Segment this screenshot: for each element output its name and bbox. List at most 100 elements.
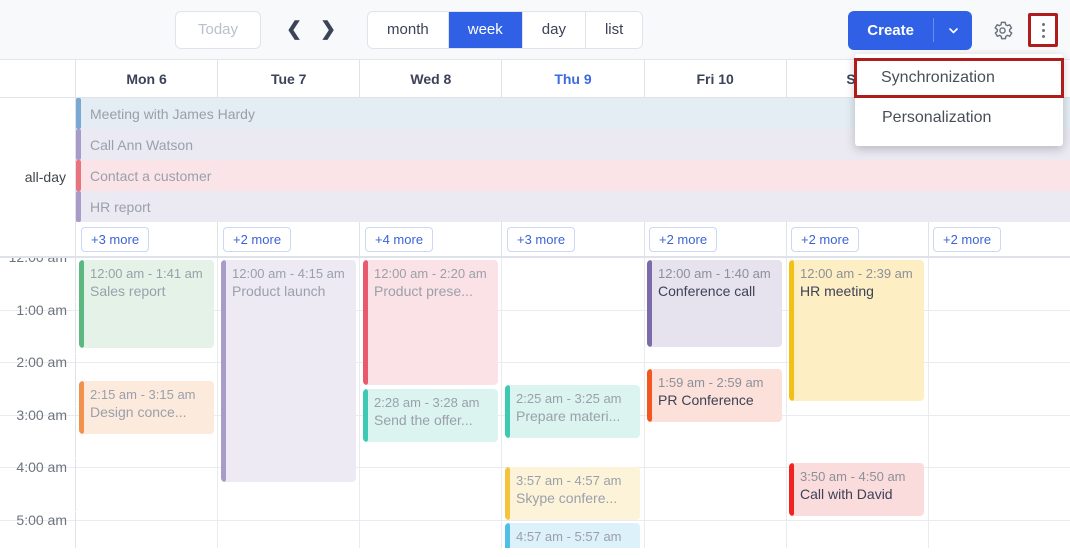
calendar-event[interactable]: 12:00 am - 2:39 am HR meeting (789, 260, 924, 401)
time-slot[interactable] (929, 416, 1070, 468)
day-header-mon[interactable]: Mon 6 (76, 60, 219, 97)
view-switcher: month week day list (367, 10, 644, 49)
calendar-event[interactable]: 12:00 am - 4:15 am Product launch (221, 260, 356, 482)
event-time: 3:50 am - 4:50 am (800, 469, 906, 484)
event-title: Conference call (658, 283, 756, 299)
event-time: 2:15 am - 3:15 am (90, 387, 196, 402)
time-slot[interactable] (645, 415, 787, 467)
event-color-bar (505, 523, 510, 548)
more-cell: +3 more (76, 226, 218, 252)
view-button-month[interactable]: month (368, 11, 449, 48)
time-slot[interactable] (929, 521, 1070, 549)
time-axis-label: 5:00 am (0, 511, 76, 548)
calendar-event[interactable]: 1:59 am - 2:59 am PR Conference (647, 369, 782, 422)
menu-item-personalization[interactable]: Personalization (855, 98, 1063, 138)
event-color-bar (363, 260, 368, 385)
day-header-axis-spacer (0, 60, 76, 97)
all-day-label: all-day (0, 98, 76, 256)
chevron-down-icon[interactable] (934, 11, 972, 50)
time-slot[interactable] (76, 520, 219, 548)
create-button-label: Create (867, 21, 914, 39)
time-slot[interactable] (929, 468, 1070, 520)
more-events-button[interactable]: +3 more (81, 226, 150, 252)
view-button-day[interactable]: day (522, 11, 586, 48)
more-events-button[interactable]: +2 more (223, 226, 292, 252)
time-slot[interactable] (360, 468, 503, 520)
time-slot[interactable] (502, 310, 645, 362)
overflow-menu: Synchronization Personalization (854, 54, 1064, 146)
event-time: 12:00 am - 1:41 am (90, 266, 203, 281)
calendar-event[interactable]: 2:15 am - 3:15 am Design conce... (79, 381, 214, 434)
all-day-event[interactable]: HR report (76, 191, 1070, 222)
more-events-button[interactable]: +2 more (933, 226, 1002, 252)
event-time: 4:57 am - 5:57 am (516, 529, 622, 544)
view-button-list[interactable]: list (585, 11, 643, 48)
more-cell: +2 more (644, 226, 786, 252)
more-events-button[interactable]: +2 more (649, 226, 718, 252)
event-time: 3:57 am - 4:57 am (516, 473, 622, 488)
kebab-dot-1 (1041, 22, 1045, 26)
event-color-bar (79, 381, 84, 434)
event-title: Product prese... (374, 283, 473, 299)
kebab-menu-icon[interactable] (1028, 13, 1058, 47)
calendar-event[interactable]: 4:57 am - 5:57 am (505, 523, 640, 548)
time-axis-label: 2:00 am (0, 354, 76, 406)
time-slot[interactable] (787, 415, 929, 467)
gear-icon[interactable] (984, 12, 1020, 48)
time-slot[interactable] (218, 520, 361, 548)
calendar-event[interactable]: 12:00 am - 1:40 am Conference call (647, 260, 782, 347)
event-color-bar (647, 369, 652, 422)
kebab-dot-2 (1041, 28, 1045, 32)
event-time: 12:00 am - 4:15 am (232, 266, 345, 281)
view-button-week[interactable]: week (448, 11, 523, 48)
all-day-event-title: Contact a customer (90, 167, 212, 184)
today-button[interactable]: Today (175, 10, 262, 49)
event-color-bar (505, 467, 510, 520)
prev-period-button[interactable]: ❮ (277, 11, 311, 49)
all-day-event-title: Call Ann Watson (90, 136, 193, 153)
calendar-event[interactable]: 3:50 am - 4:50 am Call with David (789, 463, 924, 516)
more-events-button[interactable]: +4 more (365, 226, 434, 252)
time-slot[interactable] (787, 520, 929, 548)
time-axis-label: 4:00 am (0, 459, 76, 511)
all-day-event-title: Meeting with James Hardy (90, 105, 255, 122)
day-header-tue[interactable]: Tue 7 (218, 60, 361, 97)
next-period-button[interactable]: ❯ (311, 11, 345, 49)
day-header-fri[interactable]: Fri 10 (645, 60, 787, 97)
time-slot[interactable] (645, 520, 787, 548)
calendar-event[interactable]: 12:00 am - 2:20 am Product prese... (363, 260, 498, 385)
time-grid: 12:00 am 1:00 am 2:00 am (0, 258, 1070, 548)
event-color-bar (79, 260, 84, 348)
calendar-event[interactable]: 2:28 am - 3:28 am Send the offer... (363, 389, 498, 442)
more-cell: +3 more (502, 226, 644, 252)
time-slot[interactable] (502, 258, 645, 310)
event-time: 12:00 am - 2:20 am (374, 266, 487, 281)
day-header-thu[interactable]: Thu 9 (502, 60, 645, 97)
event-time: 12:00 am - 2:39 am (800, 266, 913, 281)
calendar-event[interactable]: 12:00 am - 1:41 am Sales report (79, 260, 214, 348)
calendar-event[interactable]: 3:57 am - 4:57 am Skype confere... (505, 467, 640, 520)
time-slot[interactable] (645, 468, 787, 520)
event-title: Prepare materi... (516, 408, 621, 424)
event-title: Product launch (232, 283, 326, 299)
day-header-wed[interactable]: Wed 8 (360, 60, 503, 97)
event-title: Send the offer... (374, 412, 473, 428)
time-slot[interactable] (360, 520, 503, 548)
more-cell: +4 more (360, 226, 502, 252)
event-title: HR meeting (800, 283, 874, 299)
time-slot[interactable] (929, 311, 1070, 363)
calendar-event[interactable]: 2:25 am - 3:25 am Prepare materi... (505, 385, 640, 438)
time-slot[interactable] (76, 468, 219, 520)
time-slot[interactable] (929, 363, 1070, 415)
all-day-event[interactable]: Contact a customer (76, 160, 1070, 191)
event-time: 2:25 am - 3:25 am (516, 391, 622, 406)
more-events-button[interactable]: +2 more (791, 226, 860, 252)
event-time: 12:00 am - 1:40 am (658, 266, 771, 281)
event-color-bar (76, 160, 81, 191)
create-button[interactable]: Create (848, 10, 972, 50)
toolbar-right-group: Create (848, 0, 1062, 60)
menu-item-synchronization[interactable]: Synchronization (854, 58, 1064, 98)
more-events-button[interactable]: +3 more (507, 226, 576, 252)
more-links-row: +3 more +2 more +4 more +3 more +2 more … (76, 222, 1070, 256)
time-slot[interactable] (929, 258, 1070, 310)
